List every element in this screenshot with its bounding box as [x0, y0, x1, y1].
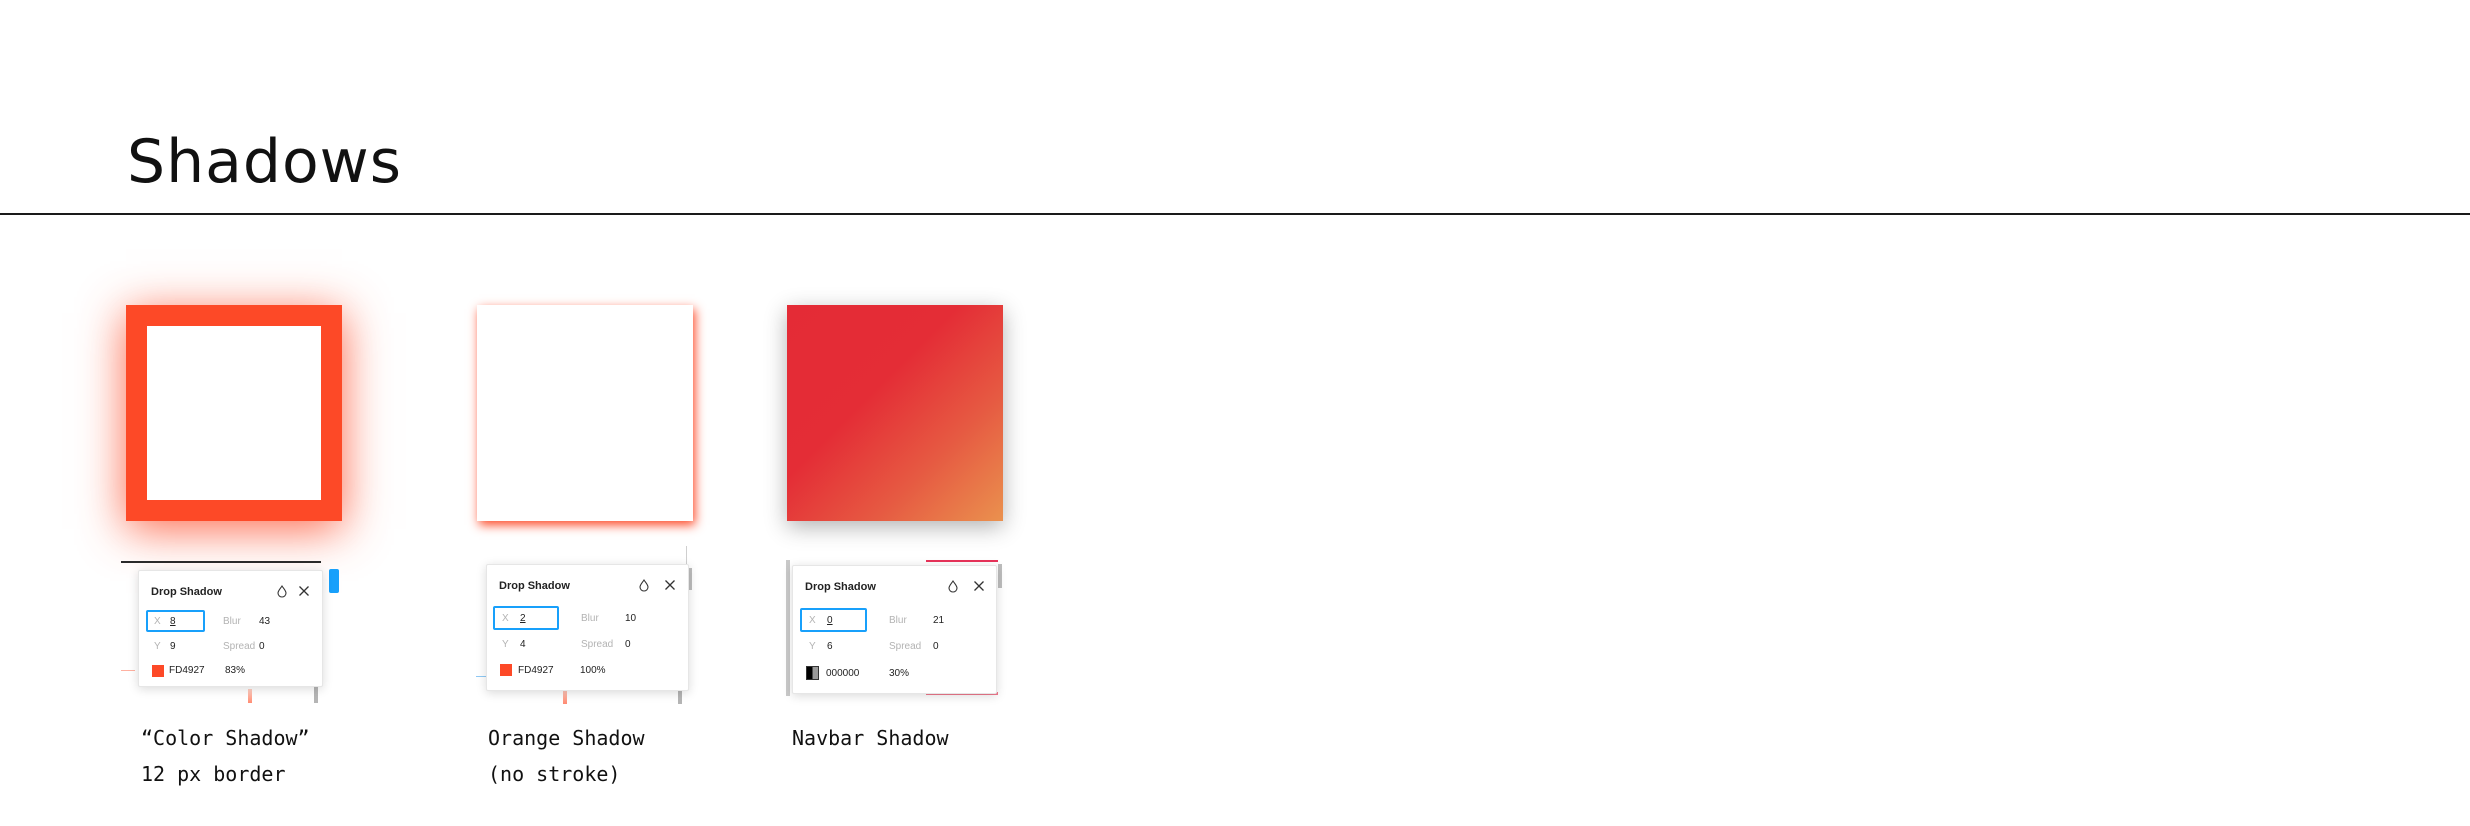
- navbar-shadow-sample: [787, 305, 1003, 521]
- close-icon[interactable]: [971, 578, 987, 594]
- close-icon[interactable]: [662, 577, 678, 593]
- color-shadow-sample: [126, 305, 342, 521]
- caption-line-1: “Color Shadow”: [141, 726, 310, 750]
- y-value: 6: [827, 641, 833, 652]
- blur-value: 21: [933, 615, 945, 626]
- page-title: Shadows: [127, 127, 403, 197]
- spread-value: 0: [933, 641, 939, 652]
- blur-label: Blur: [889, 615, 907, 626]
- blur-label: Blur: [223, 616, 241, 627]
- x-offset-field[interactable]: X 2: [493, 606, 559, 630]
- x-label: X: [502, 613, 509, 624]
- x-value: 8: [170, 616, 176, 627]
- spread-field[interactable]: Spread 0: [577, 633, 677, 655]
- blur-value: 10: [625, 613, 637, 624]
- x-value: 0: [827, 615, 833, 626]
- y-value: 4: [520, 639, 526, 650]
- panel-title: Drop Shadow: [805, 581, 876, 593]
- color-hex-value[interactable]: 000000: [826, 668, 859, 679]
- spread-field[interactable]: Spread 0: [219, 635, 309, 657]
- y-label: Y: [809, 641, 816, 652]
- sample-caption: “Color Shadow” 12 px border: [141, 720, 310, 792]
- panel-title: Drop Shadow: [499, 580, 570, 592]
- spread-value: 0: [259, 641, 265, 652]
- blur-field[interactable]: Blur 21: [885, 608, 985, 630]
- color-hex-value[interactable]: FD4927: [518, 665, 554, 676]
- blur-field[interactable]: Blur 43: [219, 610, 309, 632]
- caption-line-2: 12 px border: [141, 762, 286, 786]
- style-drop-icon[interactable]: [636, 577, 652, 593]
- orange-shadow-sample: [477, 305, 693, 521]
- style-drop-icon[interactable]: [945, 578, 961, 594]
- color-swatch[interactable]: [152, 665, 164, 677]
- spread-label: Spread: [223, 641, 256, 652]
- x-offset-field[interactable]: X 0: [800, 608, 867, 632]
- shadow-color-field[interactable]: FD4927 83%: [146, 660, 311, 682]
- sample-caption: Orange Shadow (no stroke): [488, 720, 645, 792]
- color-hex-value[interactable]: FD4927: [169, 665, 205, 676]
- y-offset-field[interactable]: Y 9: [146, 635, 205, 657]
- spread-value: 0: [625, 639, 631, 650]
- spread-label: Spread: [581, 639, 614, 650]
- x-label: X: [154, 616, 161, 627]
- caption-line-2: (no stroke): [488, 762, 621, 786]
- sample-caption: Navbar Shadow: [792, 720, 949, 756]
- blur-value: 43: [259, 616, 271, 627]
- caption-line-1: Navbar Shadow: [792, 726, 949, 750]
- spread-label: Spread: [889, 641, 922, 652]
- y-label: Y: [154, 641, 161, 652]
- x-label: X: [809, 615, 816, 626]
- y-offset-field[interactable]: Y 6: [800, 635, 867, 657]
- drop-shadow-panel: Drop Shadow X 8 Blur 43 Y 9 Spread 0 FD4…: [138, 570, 323, 687]
- spread-field[interactable]: Spread 0: [885, 635, 985, 657]
- color-swatch[interactable]: [806, 666, 819, 680]
- panel-title: Drop Shadow: [151, 586, 222, 598]
- y-label: Y: [502, 639, 509, 650]
- caption-line-1: Orange Shadow: [488, 726, 645, 750]
- color-swatch[interactable]: [500, 664, 512, 676]
- opacity-value[interactable]: 83%: [225, 665, 245, 676]
- shadow-color-field[interactable]: 000000 30%: [800, 662, 982, 684]
- x-offset-field[interactable]: X 8: [146, 610, 205, 632]
- shadow-color-field[interactable]: FD4927 100%: [493, 659, 673, 681]
- y-offset-field[interactable]: Y 4: [493, 633, 559, 655]
- x-value: 2: [520, 613, 526, 624]
- blur-label: Blur: [581, 613, 599, 624]
- close-icon[interactable]: [296, 583, 312, 599]
- opacity-value[interactable]: 30%: [889, 668, 909, 679]
- style-drop-icon[interactable]: [274, 583, 290, 599]
- opacity-value[interactable]: 100%: [580, 665, 606, 676]
- drop-shadow-panel: Drop Shadow X 2 Blur 10 Y 4 Spread 0 FD4…: [486, 564, 689, 691]
- blur-field[interactable]: Blur 10: [577, 606, 677, 628]
- title-divider: [0, 213, 2470, 215]
- y-value: 9: [170, 641, 176, 652]
- drop-shadow-panel: Drop Shadow X 0 Blur 21 Y 6 Spread 0 000…: [792, 565, 997, 694]
